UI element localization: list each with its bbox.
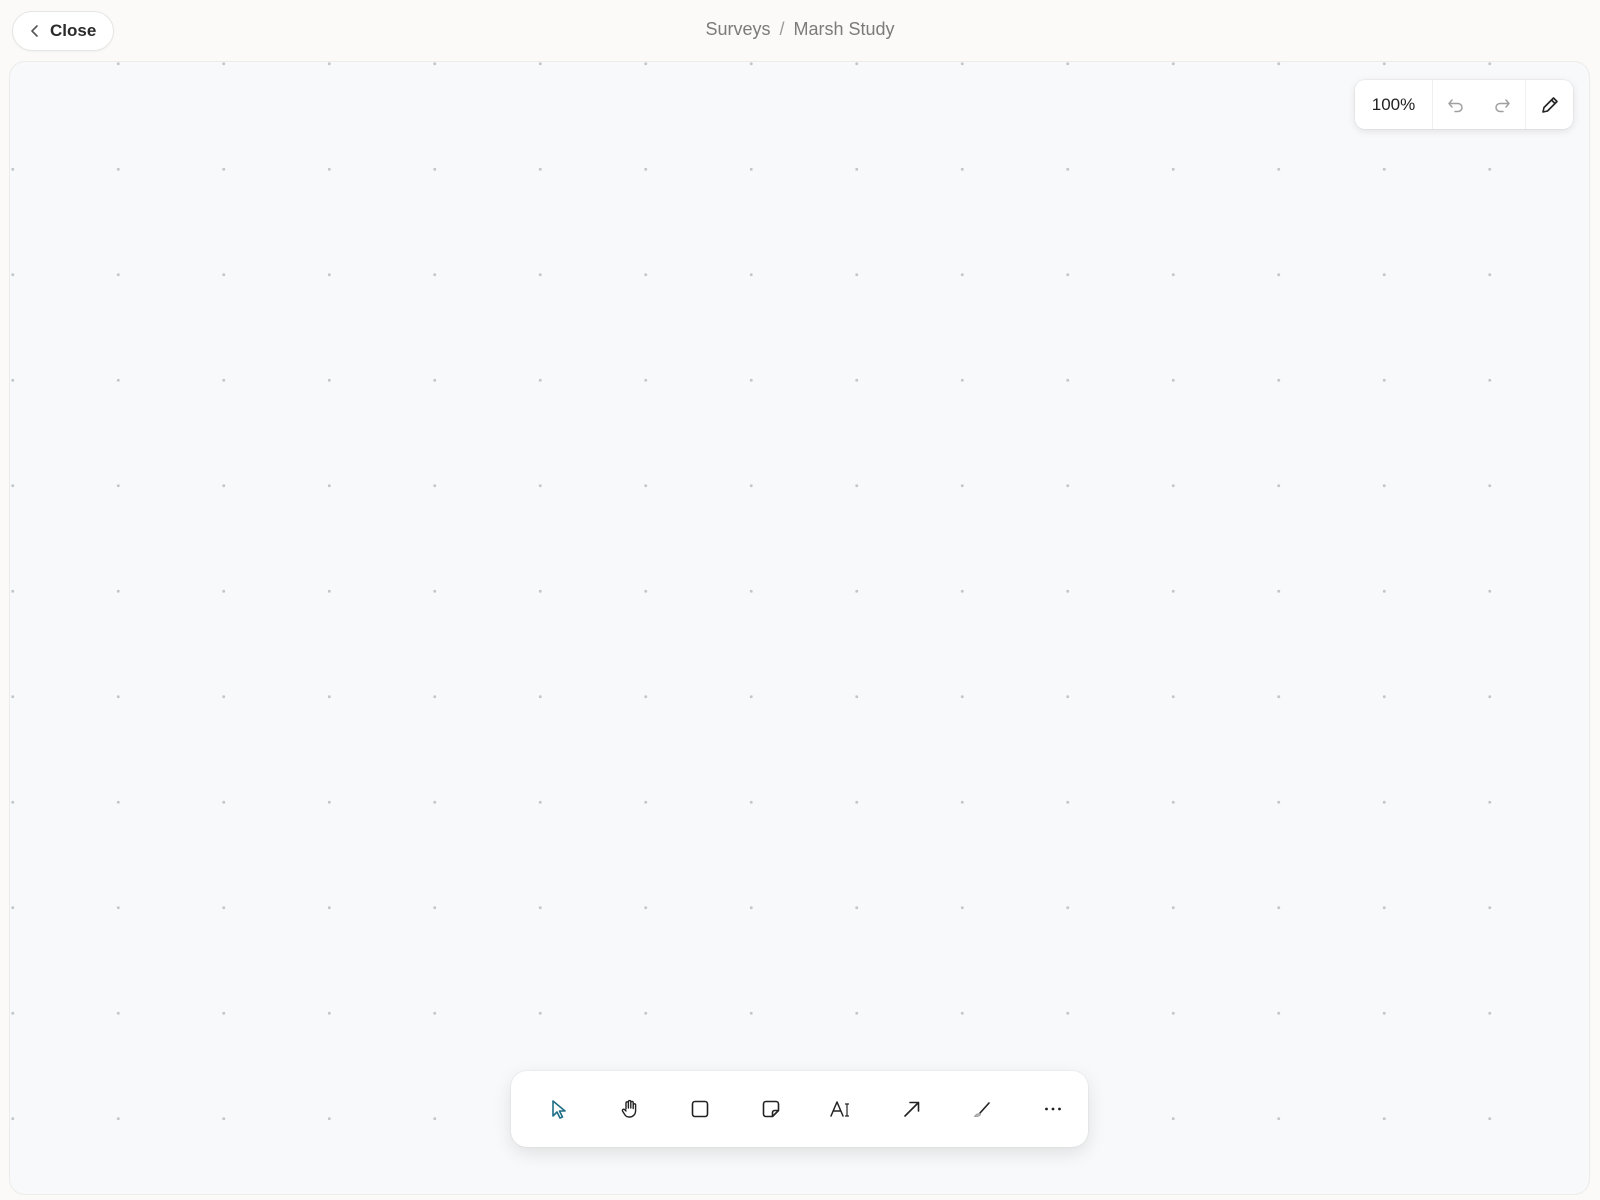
chevron-left-icon — [28, 24, 42, 38]
tool-arrow[interactable] — [877, 1081, 948, 1137]
zoom-level[interactable]: 100% — [1355, 80, 1433, 129]
square-icon — [689, 1098, 711, 1120]
tool-palette — [511, 1071, 1088, 1147]
tool-sticky-note[interactable] — [736, 1081, 807, 1137]
breadcrumb: Surveys / Marsh Study — [0, 19, 1600, 40]
whiteboard-canvas[interactable] — [9, 61, 1590, 1195]
undo-button[interactable] — [1433, 80, 1479, 129]
sticky-note-icon — [760, 1098, 782, 1120]
tool-hand[interactable] — [595, 1081, 666, 1137]
close-button[interactable]: Close — [12, 11, 115, 51]
arrow-icon — [901, 1098, 923, 1120]
breadcrumb-separator: / — [779, 19, 785, 39]
undo-icon — [1446, 95, 1466, 115]
redo-icon — [1492, 95, 1512, 115]
top-bar: Close Surveys / Marsh Study — [0, 0, 1600, 62]
redo-button[interactable] — [1479, 80, 1525, 129]
breadcrumb-item-current: Marsh Study — [793, 19, 895, 39]
tool-draw[interactable] — [947, 1081, 1018, 1137]
pencil-icon — [1539, 94, 1561, 116]
tool-rectangle[interactable] — [665, 1081, 736, 1137]
tool-more[interactable] — [1018, 1081, 1089, 1137]
text-icon — [829, 1098, 853, 1120]
close-button-label: Close — [50, 21, 97, 40]
pen-icon — [971, 1098, 993, 1120]
cursor-arrow-icon — [548, 1098, 570, 1120]
edit-button[interactable] — [1525, 80, 1573, 129]
tool-select[interactable] — [524, 1081, 595, 1137]
tool-text[interactable] — [806, 1081, 877, 1137]
canvas-controls: 100% — [1355, 80, 1573, 129]
breadcrumb-item-surveys[interactable]: Surveys — [705, 19, 770, 39]
hand-icon — [619, 1098, 641, 1120]
more-horizontal-icon — [1042, 1098, 1064, 1120]
